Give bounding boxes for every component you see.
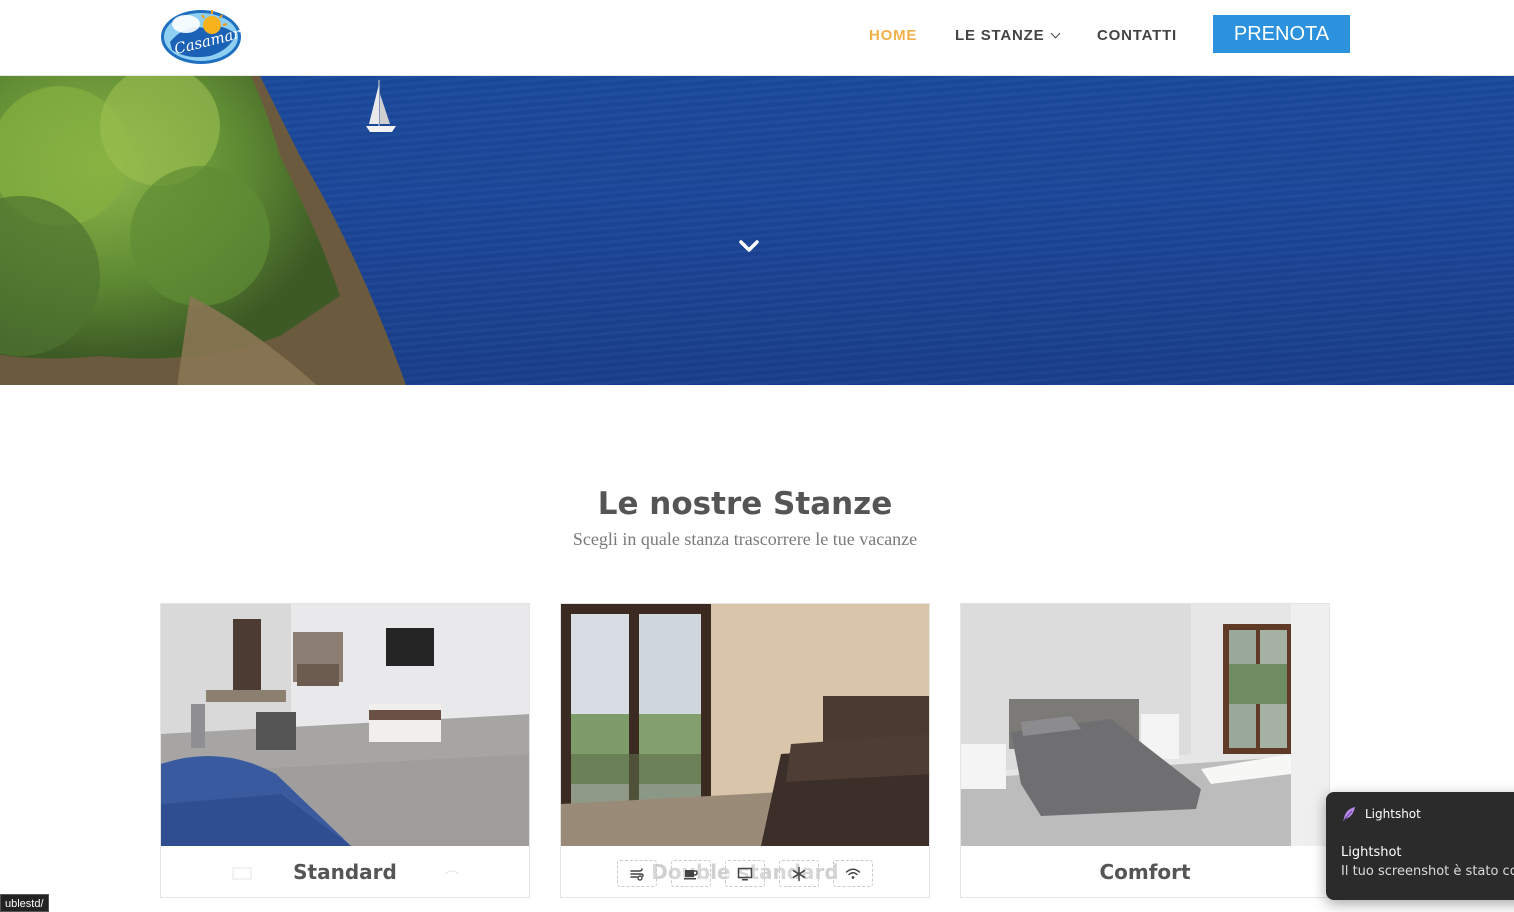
amenities-bar bbox=[561, 860, 929, 887]
nav-home[interactable]: HOME bbox=[869, 27, 917, 44]
room-card-comfort[interactable]: Comfort bbox=[960, 603, 1330, 898]
amenity-fan[interactable] bbox=[617, 860, 657, 887]
coffee-icon bbox=[684, 869, 698, 879]
amenity-wifi[interactable] bbox=[833, 860, 873, 887]
chevron-down-icon bbox=[1050, 28, 1061, 39]
snowflake-icon bbox=[792, 866, 806, 881]
room-card-double-standard[interactable]: Double standard bbox=[560, 603, 930, 898]
prenota-button[interactable]: PRENOTA bbox=[1213, 15, 1350, 53]
site-header: Casamar HOME LE STANZE CONTATTI PRENOTA bbox=[0, 0, 1514, 76]
room-photo-double-standard bbox=[561, 604, 929, 846]
wifi-icon bbox=[845, 868, 861, 879]
section-subtitle: Scegli in quale stanza trascorrere le tu… bbox=[572, 529, 918, 549]
amenity-air-conditioning[interactable] bbox=[779, 860, 819, 887]
toast-app-name: Lightshot bbox=[1365, 807, 1421, 821]
toast-title: Lightshot bbox=[1341, 845, 1402, 860]
hero-banner bbox=[0, 76, 1514, 385]
lightshot-notification[interactable]: Lightshot Lightshot Il tuo screenshot è … bbox=[1326, 792, 1514, 900]
lightshot-feather-icon bbox=[1343, 807, 1355, 821]
toast-message: Il tuo screenshot è stato cop bbox=[1341, 864, 1514, 879]
room-card-standard[interactable]: Standard bbox=[160, 603, 530, 898]
room-title: Comfort bbox=[1099, 860, 1191, 884]
room-photo-comfort bbox=[961, 604, 1329, 846]
room-photo-standard bbox=[161, 604, 529, 846]
amenity-coffee[interactable] bbox=[671, 860, 711, 887]
toast-header: Lightshot bbox=[1341, 806, 1421, 822]
fan-icon bbox=[630, 867, 644, 881]
link-status-bar: ublestd/ bbox=[0, 894, 49, 912]
tv-icon bbox=[737, 867, 753, 880]
room-title: Standard bbox=[293, 860, 397, 884]
sailboat-image bbox=[366, 80, 396, 132]
nav-contatti[interactable]: CONTATTI bbox=[1097, 27, 1177, 44]
chevron-down-icon[interactable] bbox=[737, 234, 761, 258]
nav-le-stanze-label: LE STANZE bbox=[955, 27, 1045, 44]
nav-le-stanze[interactable]: LE STANZE bbox=[955, 27, 1061, 44]
amenity-tv[interactable] bbox=[725, 860, 765, 887]
section-title: Le nostre Stanze bbox=[597, 486, 893, 522]
